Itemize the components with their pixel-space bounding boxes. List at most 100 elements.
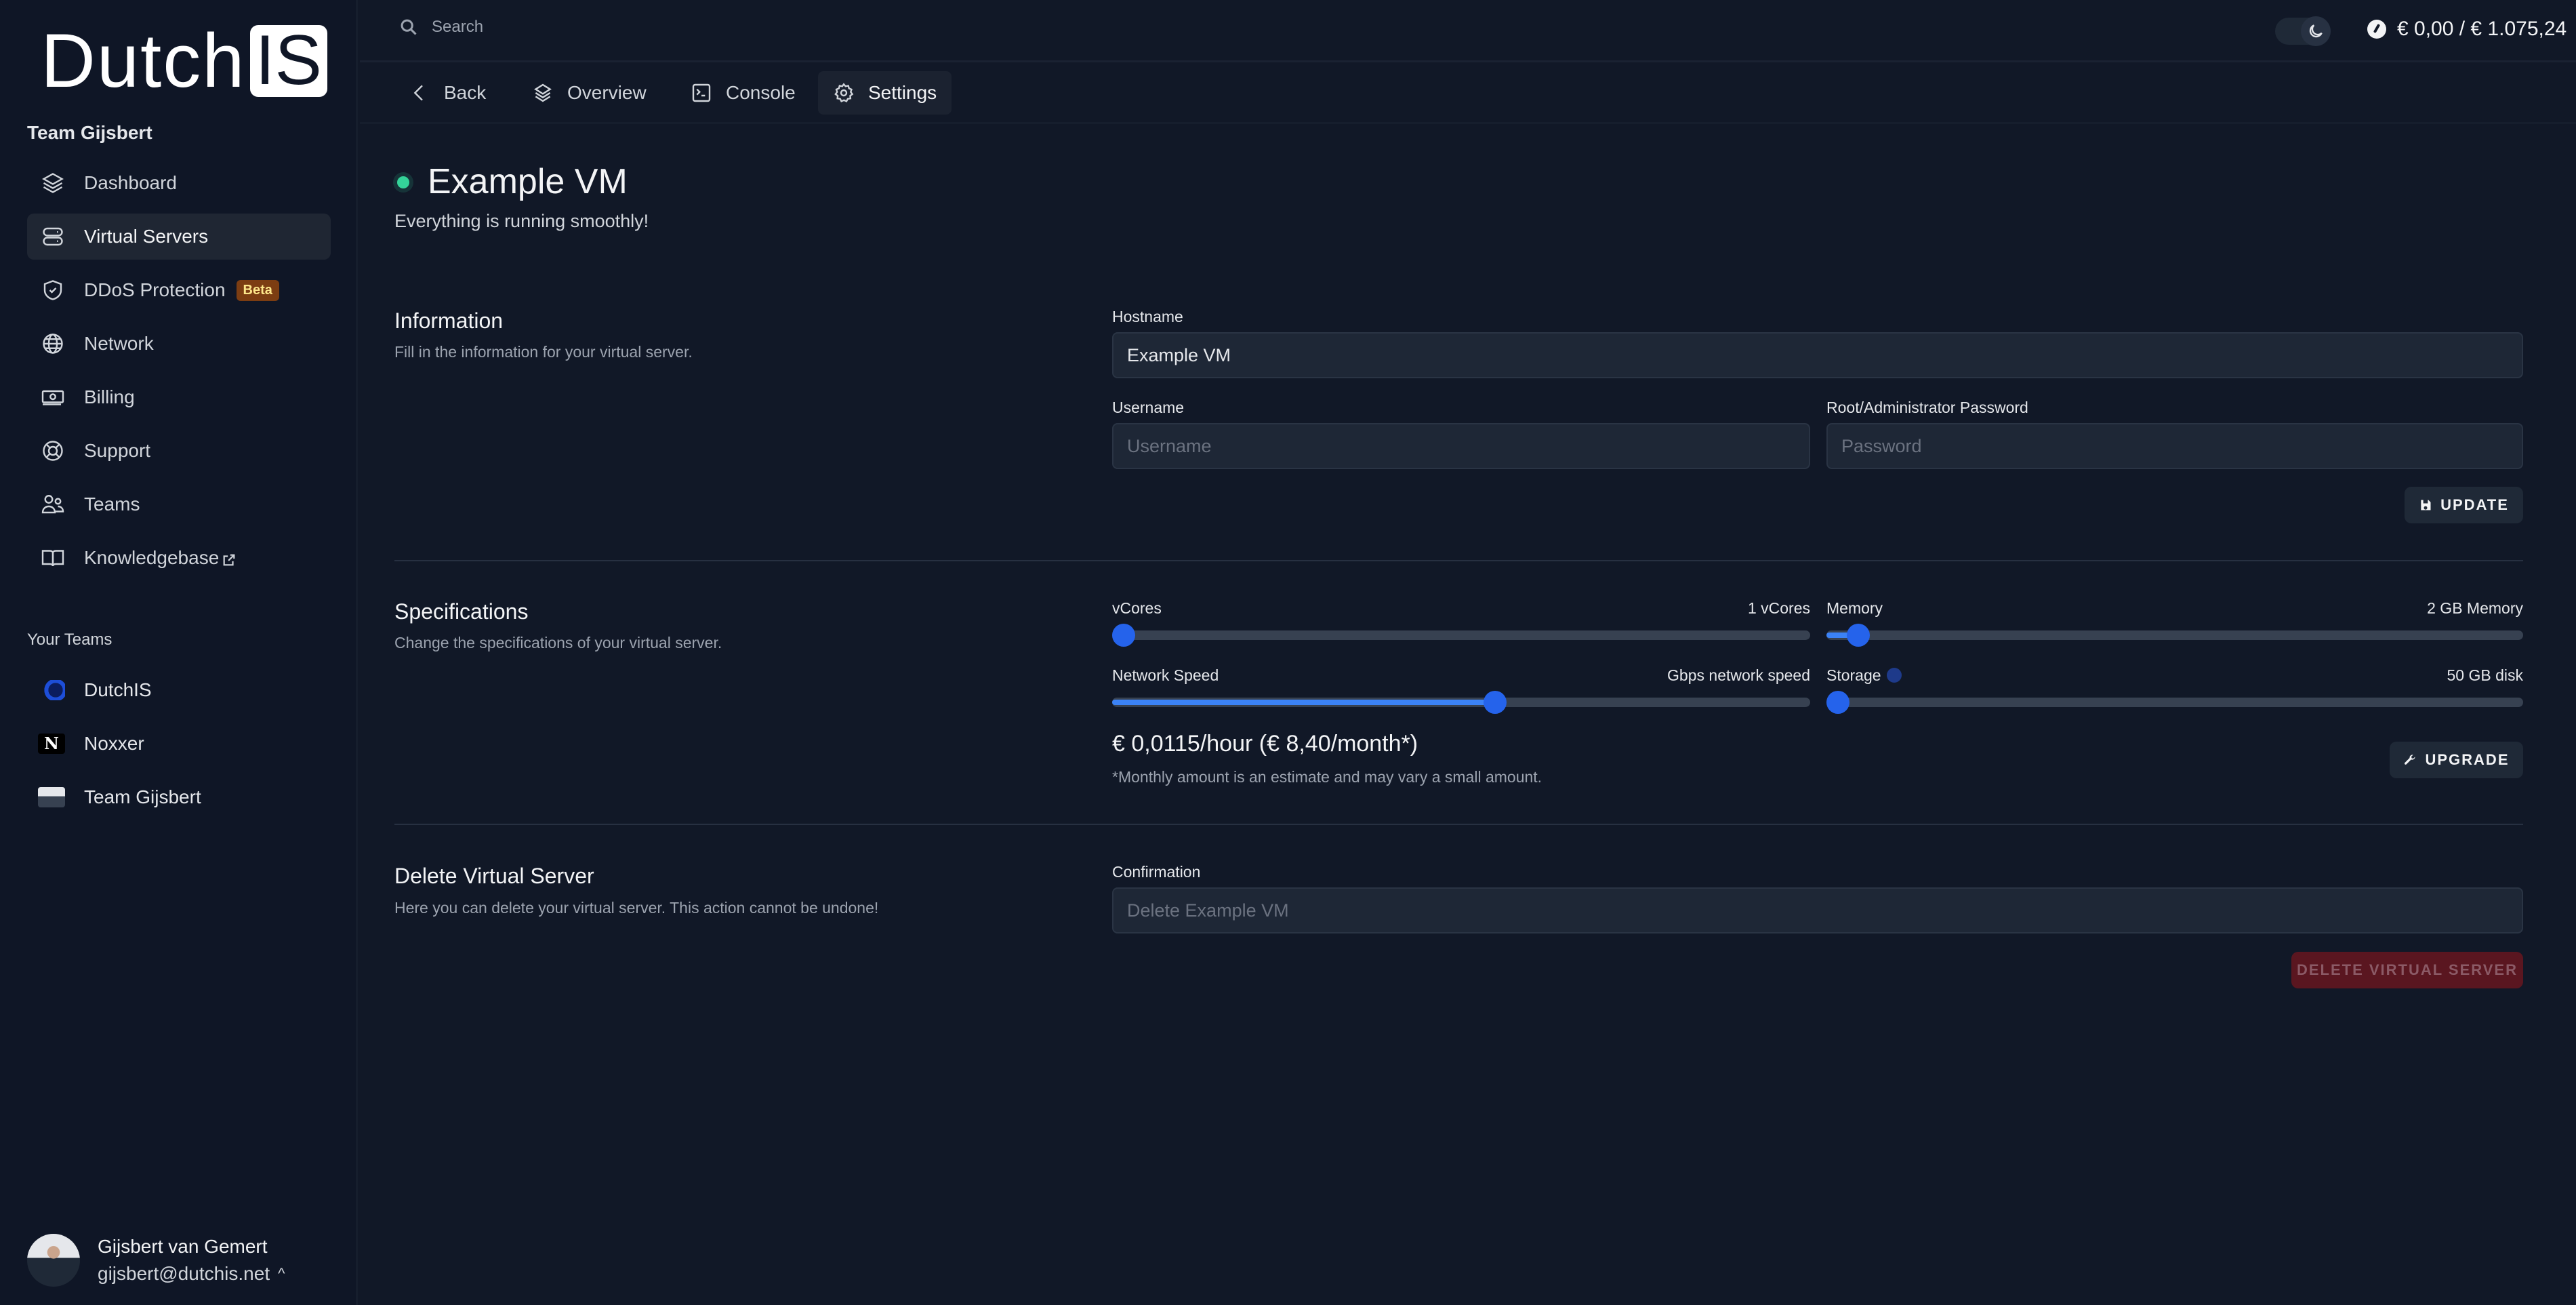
tab-label: Back	[444, 82, 487, 103]
sidebar-item-label: Network	[84, 333, 154, 354]
tab-console[interactable]: Console	[676, 71, 811, 115]
sidebar-item-label: Virtual Servers	[84, 226, 209, 247]
brand-logo-word: Dutch	[41, 18, 246, 103]
delete-title: Delete Virtual Server	[394, 864, 594, 888]
team-name: DutchIS	[84, 679, 152, 700]
network-speed-slider[interactable]	[1112, 691, 1810, 714]
brand-logo[interactable]: Dutch IS	[41, 18, 327, 103]
info-icon[interactable]	[1886, 667, 1902, 683]
teams-list: DutchIS N Noxxer Team Gijsbert	[38, 663, 201, 824]
server-icon	[41, 224, 65, 249]
price-estimate: € 0,0115/hour (€ 8,40/month*)	[1112, 731, 1418, 757]
moon-icon	[2309, 24, 2323, 38]
current-team-title: Team Gijsbert	[27, 122, 152, 143]
tab-overview[interactable]: Overview	[517, 71, 661, 115]
top-bar: Search € 0,00 / € 1.075,24	[360, 0, 2576, 62]
sidebar-item-network[interactable]: Network	[27, 321, 331, 367]
vm-name-heading: Example VM	[428, 162, 628, 201]
user-email-row: gijsbert@dutchis.net ^	[98, 1263, 285, 1285]
theme-toggle[interactable]	[2275, 16, 2331, 46]
upgrade-button-label: UPGRADE	[2425, 751, 2510, 768]
lifebuoy-icon	[41, 439, 65, 463]
users-icon	[41, 492, 65, 517]
network-speed-slider-fill	[1112, 700, 1495, 705]
tab-back[interactable]: Back	[394, 71, 501, 115]
your-teams-heading: Your Teams	[27, 630, 113, 649]
vm-status-indicator	[397, 176, 409, 188]
section-divider	[394, 824, 2523, 825]
username-input[interactable]	[1112, 423, 1810, 469]
delete-description: Here you can delete your virtual server.…	[394, 899, 879, 917]
tab-label: Console	[726, 82, 796, 103]
memory-slider[interactable]	[1826, 624, 2523, 647]
password-input[interactable]	[1826, 423, 2523, 469]
sidebar-nav: Dashboard Virtual Servers DDoS Protectio…	[27, 160, 331, 588]
network-speed-slider-thumb[interactable]	[1483, 691, 1507, 714]
dutchis-team-avatar	[38, 679, 65, 700]
password-label: Root/Administrator Password	[1826, 399, 2028, 416]
sidebar-item-label: Knowledgebase	[84, 547, 220, 568]
sidebar-item-dashboard[interactable]: Dashboard	[27, 160, 331, 206]
storage-slider-thumb[interactable]	[1826, 691, 1849, 714]
team-item-dutchis[interactable]: DutchIS	[38, 663, 201, 717]
information-description: Fill in the information for your virtual…	[394, 343, 693, 361]
section-divider	[394, 560, 2523, 561]
memory-slider-thumb[interactable]	[1846, 624, 1870, 647]
tab-settings[interactable]: Settings	[818, 71, 952, 115]
chevron-up-icon: ^	[278, 1265, 285, 1282]
book-open-icon	[41, 546, 65, 570]
search-input[interactable]: Search	[399, 18, 483, 37]
gauge-icon	[2367, 20, 2386, 39]
save-icon	[2421, 500, 2431, 510]
account-balance[interactable]: € 0,00 / € 1.075,24	[2367, 18, 2567, 41]
user-avatar	[27, 1234, 80, 1287]
sidebar-item-ddos-protection[interactable]: DDoS Protection Beta	[27, 267, 331, 313]
network-speed-value: Gbps network speed	[1667, 666, 1810, 684]
sidebar-item-virtual-servers[interactable]: Virtual Servers	[27, 214, 331, 260]
wrench-icon	[2405, 755, 2415, 765]
team-item-team-gijsbert[interactable]: Team Gijsbert	[38, 770, 201, 824]
sidebar-item-support[interactable]: Support	[27, 428, 331, 474]
sidebar-item-label: Teams	[84, 494, 140, 515]
sidebar-item-knowledgebase[interactable]: Knowledgebase	[27, 535, 331, 581]
network-speed-label: Network Speed	[1112, 666, 1219, 684]
user-email: gijsbert@dutchis.net	[98, 1263, 270, 1284]
layers-icon	[534, 83, 552, 102]
sidebar-item-label: Dashboard	[84, 172, 177, 193]
storage-value: 50 GB disk	[2447, 666, 2524, 684]
vm-status-text: Everything is running smoothly!	[394, 211, 649, 231]
terminal-icon	[692, 83, 711, 102]
vm-tab-bar: Back Overview Console Settings	[360, 64, 2576, 124]
memory-value: 2 GB Memory	[2427, 599, 2523, 617]
storage-slider[interactable]	[1826, 691, 2523, 714]
username-label: Username	[1112, 399, 1185, 416]
beta-badge: Beta	[236, 279, 279, 301]
sidebar-item-label: Support	[84, 440, 151, 461]
hostname-input[interactable]	[1112, 332, 2523, 378]
specifications-title: Specifications	[394, 599, 529, 624]
confirmation-label: Confirmation	[1112, 863, 1201, 881]
storage-label-row: Storage	[1826, 666, 1902, 685]
update-button[interactable]: UPDATE	[2405, 487, 2523, 523]
team-item-noxxer[interactable]: N Noxxer	[38, 717, 201, 770]
tab-label: Settings	[868, 82, 937, 103]
delete-virtual-server-button[interactable]: DELETE VIRTUAL SERVER	[2291, 952, 2523, 988]
upgrade-button[interactable]: UPGRADE	[2390, 742, 2523, 778]
noxxer-team-avatar: N	[38, 733, 65, 754]
update-button-label: UPDATE	[2440, 496, 2509, 513]
vcores-slider[interactable]	[1112, 624, 1810, 647]
vcores-slider-thumb[interactable]	[1112, 624, 1135, 647]
gear-icon	[834, 83, 854, 102]
shield-check-icon	[41, 278, 65, 302]
delete-confirmation-input[interactable]	[1112, 887, 2523, 933]
memory-label: Memory	[1826, 599, 1883, 617]
hostname-label: Hostname	[1112, 308, 1183, 325]
sidebar-item-teams[interactable]: Teams	[27, 481, 331, 527]
theme-toggle-knob	[2301, 16, 2331, 46]
user-menu[interactable]: Gijsbert van Gemert gijsbert@dutchis.net…	[27, 1234, 285, 1287]
brand-logo-boxed: IS	[249, 25, 327, 97]
sidebar-item-billing[interactable]: Billing	[27, 374, 331, 420]
delete-button-label: DELETE VIRTUAL SERVER	[2296, 961, 2518, 978]
sidebar-item-label: DDoS Protection	[84, 279, 226, 300]
storage-label: Storage	[1826, 666, 1881, 684]
